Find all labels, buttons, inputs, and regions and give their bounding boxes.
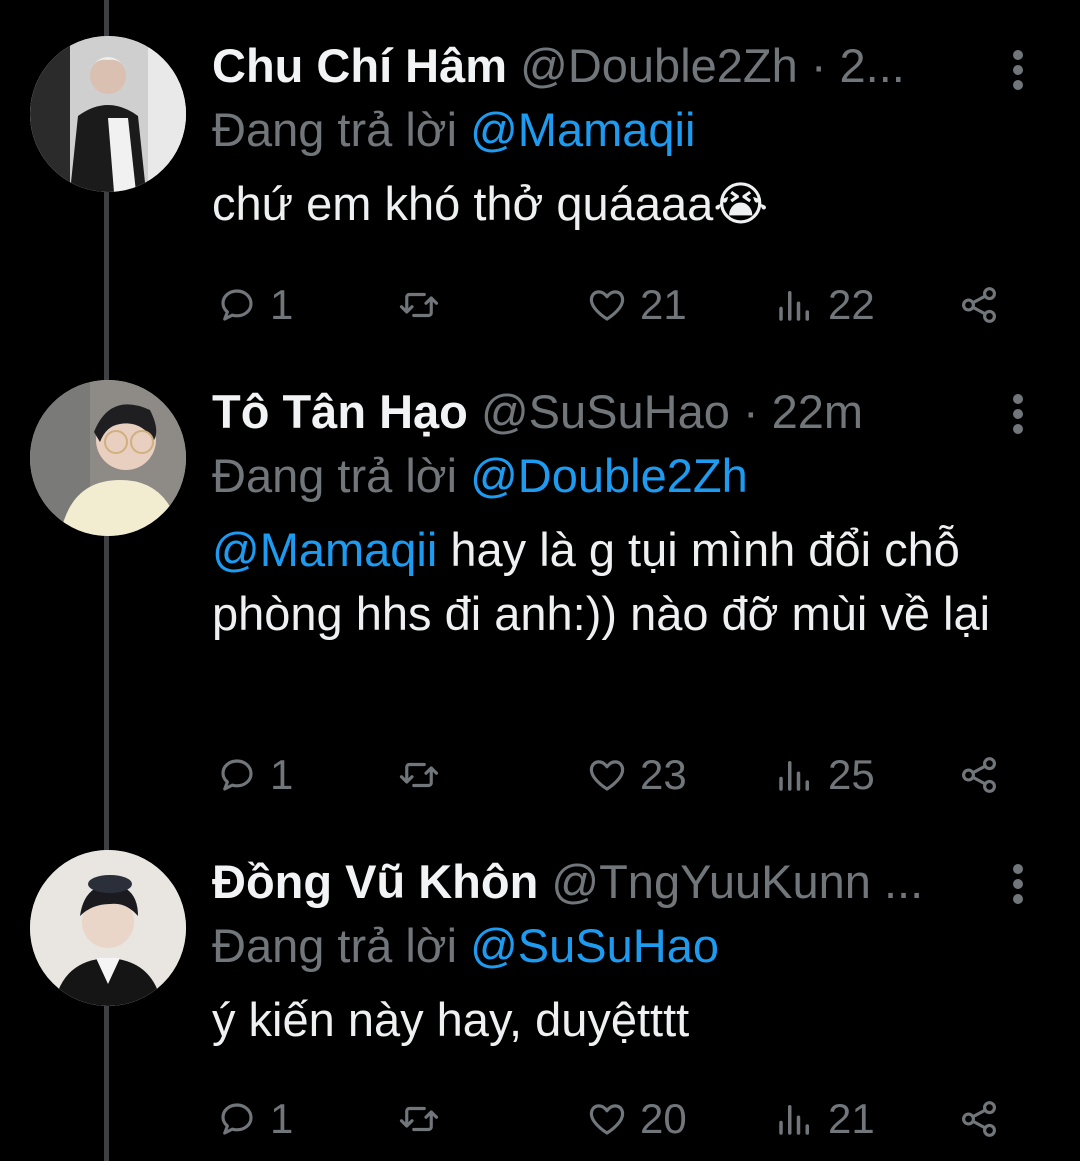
reply-count: 1 — [270, 1095, 294, 1142]
reply-count: 1 — [270, 281, 294, 328]
like-count: 23 — [640, 751, 687, 798]
tweet-body: chứ em khó thở quáaaa😭 — [212, 177, 769, 230]
display-name[interactable]: Chu Chí Hâm — [212, 39, 507, 92]
speech-bubble-icon — [221, 1103, 253, 1135]
replying-to-line: Đang trả lời @Mamaqii — [212, 100, 1010, 160]
replying-to-label: Đang trả lời — [212, 919, 458, 972]
speech-bubble-icon — [221, 289, 253, 321]
share-button[interactable] — [958, 1094, 1012, 1144]
retweet-arrows-icon — [399, 762, 439, 788]
share-nodes-icon — [962, 287, 996, 323]
tweet-body: ý kiến này hay, duyệtttt — [212, 993, 690, 1046]
user-handle[interactable]: @TngYuuKunn — [551, 855, 871, 908]
retweet-arrows-icon — [399, 292, 439, 318]
more-options-button[interactable] — [1012, 394, 1024, 434]
retweet-button[interactable] — [398, 750, 452, 800]
avatar-photo — [30, 380, 186, 536]
user-handle[interactable]: @Double2Zh — [520, 39, 798, 92]
bar-chart-icon — [779, 291, 809, 321]
bar-chart-icon — [779, 1105, 809, 1135]
tweet-header: Đồng Vũ Khôn @TngYuuKunn ... — [212, 854, 1010, 910]
share-nodes-icon — [962, 757, 996, 793]
tweet-text: chứ em khó thở quáaaa😭 — [212, 172, 1010, 236]
replying-to-mention[interactable]: @Double2Zh — [470, 449, 748, 502]
reply-count: 1 — [270, 751, 294, 798]
avatar[interactable] — [30, 36, 186, 192]
more-options-button[interactable] — [1012, 864, 1024, 904]
avatar-photo — [30, 36, 186, 192]
more-options-button[interactable] — [1012, 50, 1024, 90]
reply-button[interactable]: 1 — [216, 1094, 293, 1144]
like-button[interactable]: 20 — [586, 1094, 687, 1144]
tweet-actions: 1 23 25 — [212, 750, 1032, 800]
timestamp[interactable]: · 22m — [743, 385, 863, 438]
timestamp[interactable]: ... — [884, 855, 923, 908]
speech-bubble-icon — [221, 759, 253, 791]
bar-chart-icon — [779, 761, 809, 791]
heart-icon — [589, 1104, 625, 1135]
like-button[interactable]: 21 — [586, 280, 687, 330]
timestamp[interactable]: · 2... — [811, 39, 905, 92]
replying-to-label: Đang trả lời — [212, 449, 458, 502]
like-count: 20 — [640, 1095, 687, 1142]
reply-button[interactable]: 1 — [216, 750, 293, 800]
retweet-arrows-icon — [399, 1106, 439, 1132]
tweet-text: @Mamaqii hay là g tụi mình đổi chỗ phòng… — [212, 518, 1010, 646]
retweet-button[interactable] — [398, 280, 452, 330]
replying-to-label: Đang trả lời — [212, 103, 458, 156]
views-button[interactable]: 22 — [774, 280, 875, 330]
tweet-header: Chu Chí Hâm @Double2Zh · 2... — [212, 38, 1010, 94]
vertical-ellipsis-icon — [1013, 50, 1023, 60]
display-name[interactable]: Đồng Vũ Khôn — [212, 855, 538, 908]
heart-icon — [589, 290, 625, 321]
replying-to-line: Đang trả lời @Double2Zh — [212, 446, 1010, 506]
tweet-text: ý kiến này hay, duyệtttt — [212, 988, 1010, 1052]
replying-to-mention[interactable]: @SuSuHao — [470, 919, 719, 972]
view-count: 25 — [828, 751, 875, 798]
body-mention[interactable]: @Mamaqii — [212, 523, 437, 576]
avatar[interactable] — [30, 850, 186, 1006]
like-button[interactable]: 23 — [586, 750, 687, 800]
vertical-ellipsis-icon — [1013, 394, 1023, 404]
heart-icon — [589, 760, 625, 791]
share-nodes-icon — [962, 1101, 996, 1137]
replying-to-mention[interactable]: @Mamaqii — [470, 103, 695, 156]
retweet-button[interactable] — [398, 1094, 452, 1144]
share-button[interactable] — [958, 280, 1012, 330]
view-count: 22 — [828, 281, 875, 328]
views-button[interactable]: 21 — [774, 1094, 875, 1144]
like-count: 21 — [640, 281, 687, 328]
share-button[interactable] — [958, 750, 1012, 800]
reply-button[interactable]: 1 — [216, 280, 293, 330]
tweet-actions: 1 21 22 — [212, 280, 1032, 330]
user-handle[interactable]: @SuSuHao — [481, 385, 730, 438]
avatar[interactable] — [30, 380, 186, 536]
avatar-photo — [30, 850, 186, 1006]
tweet-actions: 1 20 21 — [212, 1094, 1032, 1144]
replying-to-line: Đang trả lời @SuSuHao — [212, 916, 1010, 976]
display-name[interactable]: Tô Tân Hạo — [212, 385, 468, 438]
vertical-ellipsis-icon — [1013, 864, 1023, 874]
tweet-header: Tô Tân Hạo @SuSuHao · 22m — [212, 384, 1010, 440]
view-count: 21 — [828, 1095, 875, 1142]
views-button[interactable]: 25 — [774, 750, 875, 800]
